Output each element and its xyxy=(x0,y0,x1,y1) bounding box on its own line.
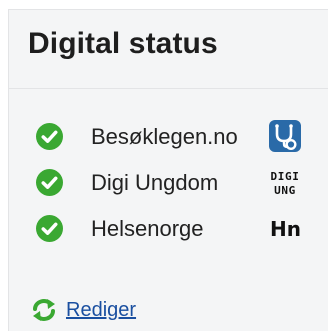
check-circle-icon xyxy=(36,123,63,150)
service-row-besoklegen: Besøklegen.no xyxy=(36,119,326,155)
check-circle-icon xyxy=(36,215,63,242)
title-divider xyxy=(9,88,328,89)
stethoscope-logo-icon xyxy=(269,120,301,152)
refresh-icon[interactable] xyxy=(31,298,57,322)
service-row-digi-ungdom: Digi Ungdom DIGI UNG xyxy=(36,165,326,201)
service-label: Besøklegen.no xyxy=(91,124,238,149)
edit-action[interactable]: Rediger xyxy=(31,295,231,325)
service-label: Helsenorge xyxy=(91,216,204,241)
service-label: Digi Ungdom xyxy=(91,170,219,195)
logo-text-top: DIGI xyxy=(271,170,300,183)
helsenorge-logo-text: Hn xyxy=(270,217,301,241)
digital-status-panel: Digital status Besøklegen.no Digi Ungdom… xyxy=(8,9,328,331)
digi-ungdom-logo-icon: DIGI UNG xyxy=(271,170,300,197)
check-circle-icon xyxy=(36,169,63,196)
logo-text-bottom: UNG xyxy=(274,184,296,197)
panel-title: Digital status xyxy=(28,27,218,60)
edit-link[interactable]: Rediger xyxy=(66,297,136,323)
service-row-helsenorge: Helsenorge Hn xyxy=(36,211,326,247)
helsenorge-logo-icon: Hn xyxy=(270,217,301,241)
